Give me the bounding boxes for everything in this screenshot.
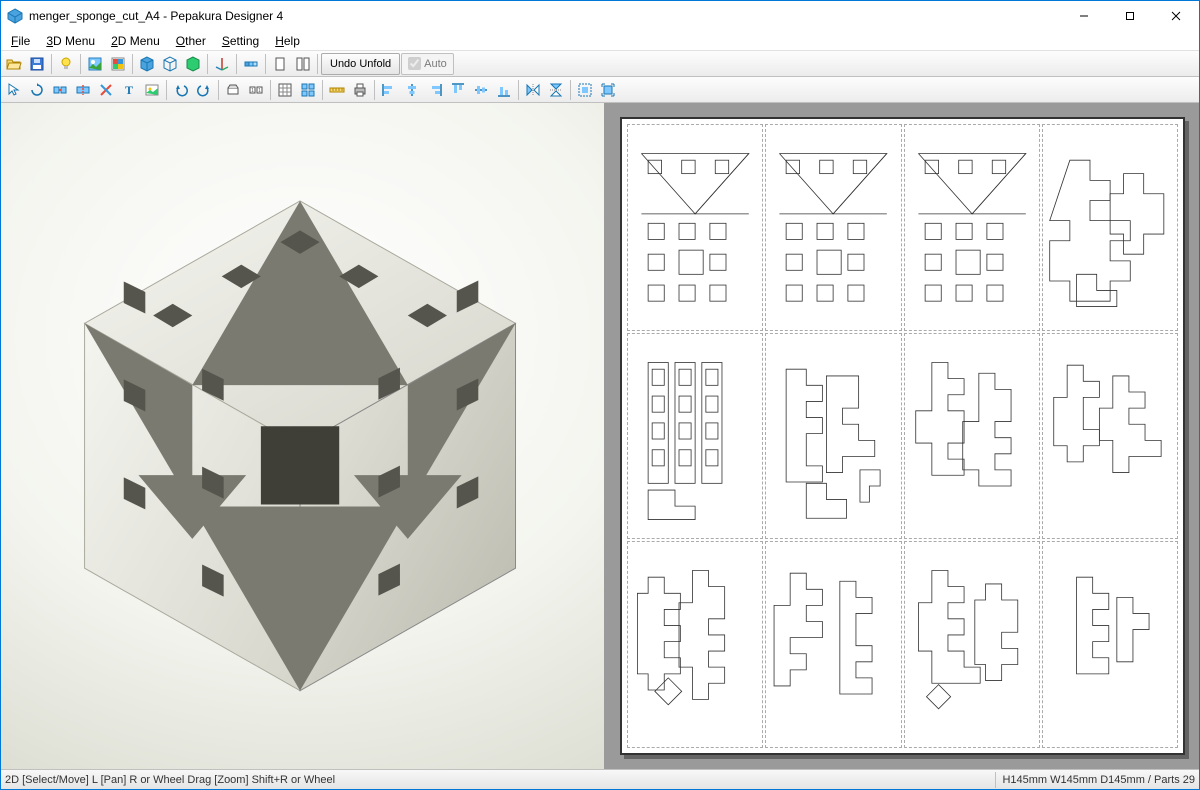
image-tool-button[interactable] [141, 79, 163, 101]
maximize-button[interactable] [1107, 1, 1153, 31]
status-hint: 2D [Select/Move] L [Pan] R or Wheel Drag… [5, 774, 989, 786]
auto-label: Auto [424, 58, 447, 70]
paper-sheet [620, 117, 1185, 755]
open-button[interactable] [3, 53, 25, 75]
svg-text:T: T [125, 83, 133, 97]
app-icon [7, 8, 23, 24]
page-7[interactable] [904, 333, 1040, 540]
menu-setting[interactable]: Setting [214, 32, 267, 50]
minimize-button[interactable] [1061, 1, 1107, 31]
page-single-button[interactable] [269, 53, 291, 75]
menu-file[interactable]: File [3, 32, 38, 50]
zoom-extents-button[interactable] [597, 79, 619, 101]
align-left-button[interactable] [378, 79, 400, 101]
page-12[interactable] [1042, 541, 1178, 748]
flap-button[interactable] [222, 79, 244, 101]
page-4[interactable] [1042, 124, 1178, 331]
select-tool-button[interactable] [3, 79, 25, 101]
measure-button[interactable] [326, 79, 348, 101]
page-9[interactable] [627, 541, 763, 748]
menu-help[interactable]: Help [267, 32, 308, 50]
align-hcenter-button[interactable] [401, 79, 423, 101]
toolbar-secondary: T 11 [1, 77, 1199, 103]
divide-tool-button[interactable] [72, 79, 94, 101]
toolbar-main: Undo Unfold Auto [1, 51, 1199, 77]
page-1[interactable] [627, 124, 763, 331]
axis-button[interactable] [211, 53, 233, 75]
rotate-tool-button[interactable] [26, 79, 48, 101]
cube-button[interactable] [136, 53, 158, 75]
page-5[interactable] [627, 333, 763, 540]
close-button[interactable] [1153, 1, 1199, 31]
redo-button[interactable] [193, 79, 215, 101]
window-title: menger_sponge_cut_A4 - Pepakura Designer… [29, 9, 1061, 23]
texture-button[interactable] [84, 53, 106, 75]
wireframe-button[interactable] [159, 53, 181, 75]
align-right-button[interactable] [424, 79, 446, 101]
edgecolor-tool-button[interactable] [95, 79, 117, 101]
save-button[interactable] [26, 53, 48, 75]
menu-3d[interactable]: 3D Menu [38, 32, 103, 50]
page-2[interactable] [765, 124, 901, 331]
auto-checkbox[interactable]: Auto [401, 53, 454, 75]
status-dimensions: H145mm W145mm D145mm / Parts 29 [1002, 774, 1195, 786]
align-top-button[interactable] [447, 79, 469, 101]
fit-button[interactable] [574, 79, 596, 101]
viewport-2d[interactable] [606, 103, 1199, 769]
workspace [1, 103, 1199, 769]
titlebar: menger_sponge_cut_A4 - Pepakura Designer… [1, 1, 1199, 31]
page-3[interactable] [904, 124, 1040, 331]
page-11[interactable] [904, 541, 1040, 748]
statusbar: 2D [Select/Move] L [Pan] R or Wheel Drag… [1, 769, 1199, 789]
color-button[interactable] [107, 53, 129, 75]
page-8[interactable] [1042, 333, 1178, 540]
arrange-button[interactable] [297, 79, 319, 101]
page-multi-button[interactable] [292, 53, 314, 75]
grid-button[interactable] [274, 79, 296, 101]
model-3d-render [1, 103, 604, 769]
text-tool-button[interactable]: T [118, 79, 140, 101]
flipv-button[interactable] [545, 79, 567, 101]
menu-2d[interactable]: 2D Menu [103, 32, 168, 50]
align-bottom-button[interactable] [493, 79, 515, 101]
print-button[interactable] [349, 79, 371, 101]
svg-text:1: 1 [251, 88, 254, 94]
menu-other[interactable]: Other [168, 32, 214, 50]
menubar: File 3D Menu 2D Menu Other Setting Help [1, 31, 1199, 51]
page-6[interactable] [765, 333, 901, 540]
align-vcenter-button[interactable] [470, 79, 492, 101]
unfold-button[interactable] [240, 53, 262, 75]
page-10[interactable] [765, 541, 901, 748]
viewport-3d[interactable] [1, 103, 606, 769]
undo-unfold-button[interactable]: Undo Unfold [321, 53, 400, 75]
lightbulb-button[interactable] [55, 53, 77, 75]
svg-text:1: 1 [258, 88, 261, 94]
shaded-button[interactable] [182, 53, 204, 75]
undo-button[interactable] [170, 79, 192, 101]
edgeid-button[interactable]: 11 [245, 79, 267, 101]
auto-checkbox-input[interactable] [408, 57, 421, 70]
fliph-button[interactable] [522, 79, 544, 101]
join-tool-button[interactable] [49, 79, 71, 101]
